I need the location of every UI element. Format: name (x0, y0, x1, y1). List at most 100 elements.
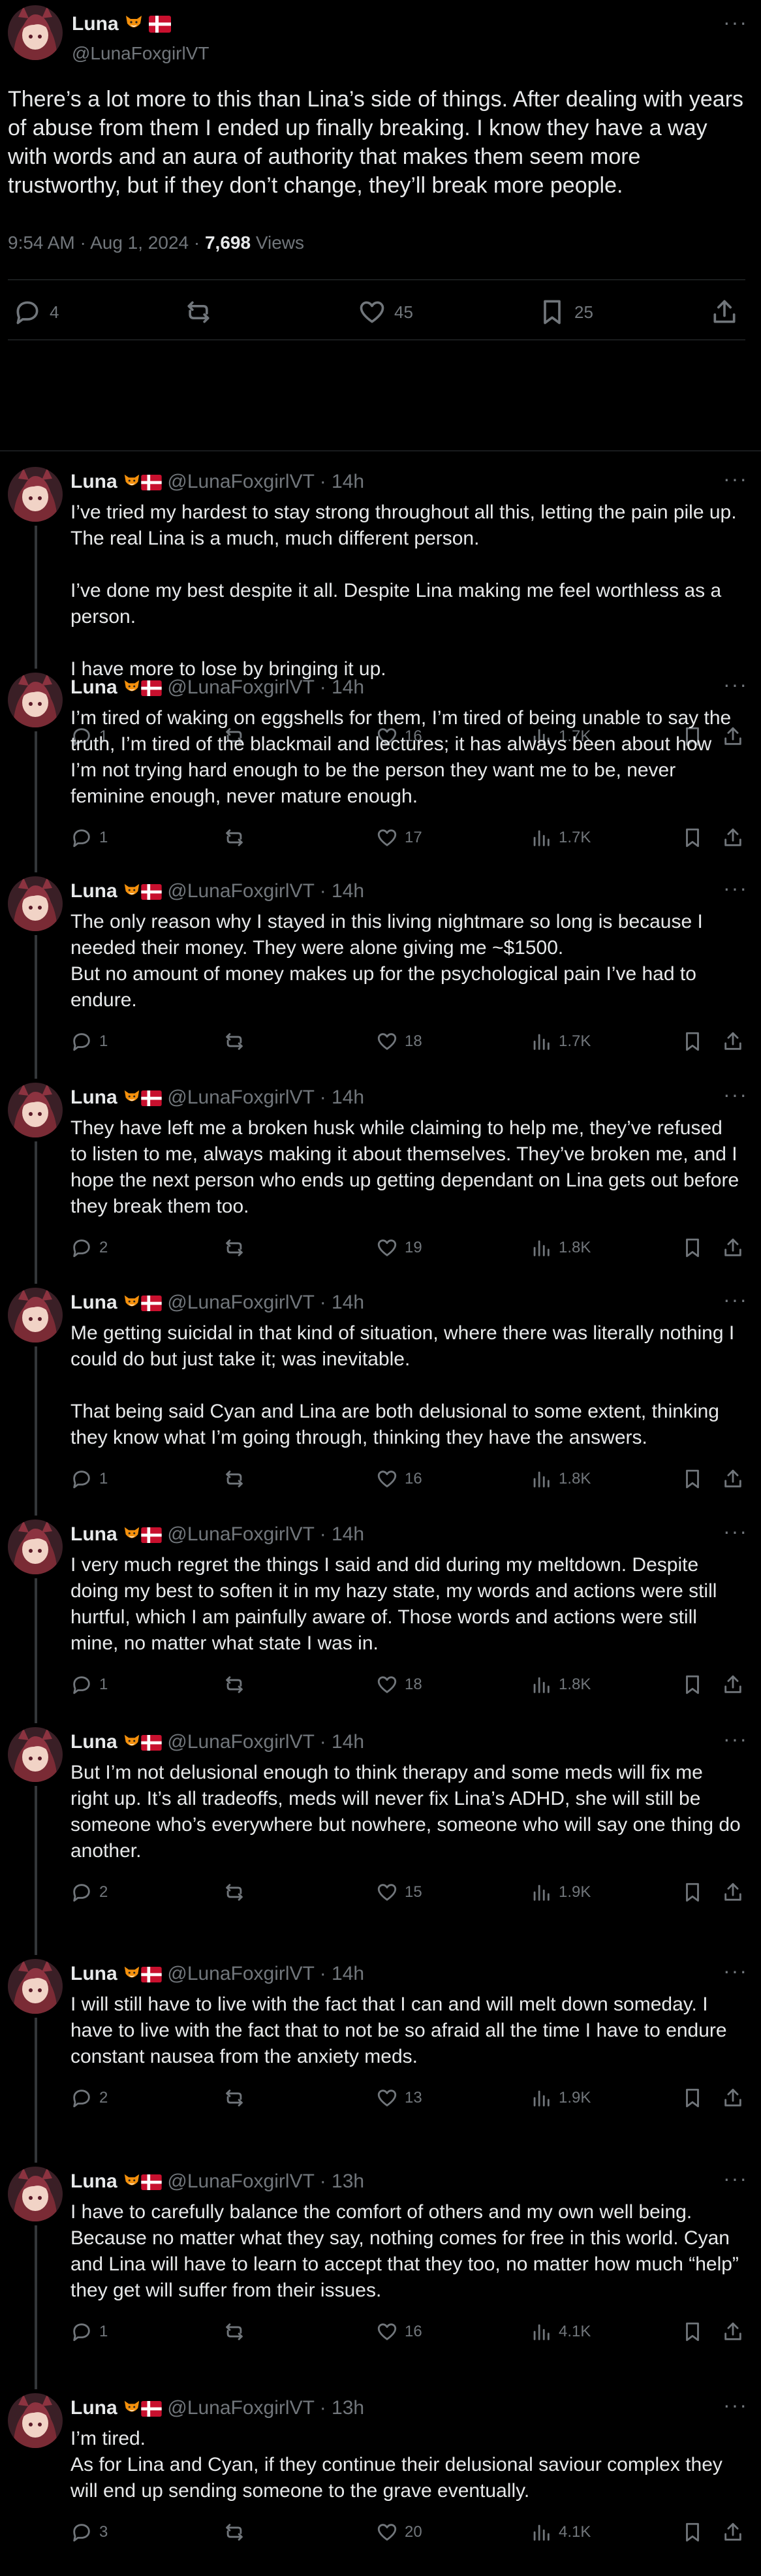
share-button[interactable] (722, 1030, 744, 1053)
more-options-icon[interactable]: ··· (723, 1727, 748, 1751)
reply-tweet[interactable]: Luna @LunaFoxgirlVT · 14h ··· They have le… (0, 1083, 761, 1273)
more-options-icon[interactable]: ··· (723, 10, 748, 35)
handle-and-time[interactable]: @LunaFoxgirlVT · 13h (167, 2397, 364, 2419)
share-button[interactable] (722, 2321, 744, 2343)
share-button[interactable] (710, 298, 739, 326)
bookmark-button[interactable] (681, 1881, 704, 1903)
avatar[interactable] (8, 5, 63, 60)
share-button[interactable] (722, 1468, 744, 1490)
more-options-icon[interactable]: ··· (723, 1083, 748, 1107)
display-name[interactable]: Luna (70, 2171, 117, 2192)
like-button[interactable]: 16 (376, 2321, 422, 2343)
like-button[interactable]: 17 (376, 827, 422, 849)
reply-tweet[interactable]: Luna @LunaFoxgirlVT · 14h ··· Me getting s… (0, 1288, 761, 1504)
more-options-icon[interactable]: ··· (723, 2393, 748, 2417)
reply-button[interactable]: 1 (70, 2321, 108, 2343)
more-options-icon[interactable]: ··· (723, 1959, 748, 1983)
reply-button[interactable]: 1 (70, 827, 108, 849)
like-button[interactable]: 16 (376, 1468, 422, 1490)
share-button[interactable] (722, 1237, 744, 1259)
display-name[interactable]: Luna (72, 13, 172, 38)
avatar[interactable] (8, 1727, 63, 1782)
like-button[interactable]: 18 (376, 1030, 422, 1053)
avatar[interactable] (8, 1519, 63, 1574)
share-button[interactable] (722, 827, 744, 849)
more-options-icon[interactable]: ··· (723, 673, 748, 697)
views-button[interactable]: 1.9K (530, 1881, 591, 1903)
handle-and-time[interactable]: @LunaFoxgirlVT · 14h (167, 471, 364, 492)
bookmark-button[interactable] (681, 1674, 704, 1696)
reply-button[interactable]: 4 (13, 298, 59, 326)
more-options-icon[interactable]: ··· (723, 1288, 748, 1312)
handle-and-time[interactable]: @LunaFoxgirlVT · 14h (167, 1731, 364, 1753)
reply-tweet[interactable]: Luna @LunaFoxgirlVT · 13h ··· I’m tired. As… (0, 2393, 761, 2558)
repost-button[interactable] (223, 1881, 245, 1903)
views-button[interactable]: 1.8K (530, 1237, 591, 1259)
repost-button[interactable] (223, 827, 245, 849)
reply-tweet[interactable]: Luna @LunaFoxgirlVT · 13h ··· I have to ca… (0, 2167, 761, 2357)
views-button[interactable]: 4.1K (530, 2521, 591, 2543)
reply-button[interactable]: 2 (70, 2087, 108, 2109)
handle[interactable]: @LunaFoxgirlVT (72, 43, 210, 64)
display-name[interactable]: Luna (70, 1523, 117, 1545)
repost-button[interactable] (223, 1468, 245, 1490)
display-name[interactable]: Luna (70, 1292, 117, 1313)
repost-button[interactable] (223, 1030, 245, 1053)
avatar[interactable] (8, 1288, 63, 1343)
avatar[interactable] (8, 2393, 63, 2448)
bookmark-button[interactable]: 25 (538, 298, 593, 326)
display-name[interactable]: Luna (70, 1087, 117, 1108)
views-button[interactable]: 4.1K (530, 2321, 591, 2343)
share-button[interactable] (722, 2087, 744, 2109)
bookmark-button[interactable] (681, 2087, 704, 2109)
reply-tweet[interactable]: Luna @LunaFoxgirlVT · 14h ··· But I’m not … (0, 1727, 761, 1918)
like-button[interactable]: 20 (376, 2521, 422, 2543)
repost-button[interactable] (223, 2321, 245, 2343)
bookmark-button[interactable] (681, 1237, 704, 1259)
bookmark-button[interactable] (681, 2521, 704, 2543)
bookmark-button[interactable] (681, 827, 704, 849)
more-options-icon[interactable]: ··· (723, 1519, 748, 1544)
share-button[interactable] (722, 1881, 744, 1903)
display-name[interactable]: Luna (70, 2397, 117, 2419)
like-button[interactable]: 15 (376, 1881, 422, 1903)
share-button[interactable] (722, 1674, 744, 1696)
handle-and-time[interactable]: @LunaFoxgirlVT · 14h (167, 676, 364, 698)
views-button[interactable]: 1.8K (530, 1468, 591, 1490)
like-button[interactable]: 13 (376, 2087, 422, 2109)
more-options-icon[interactable]: ··· (723, 2167, 748, 2191)
like-button[interactable]: 19 (376, 1237, 422, 1259)
more-options-icon[interactable]: ··· (723, 467, 748, 491)
bookmark-button[interactable] (681, 1468, 704, 1490)
repost-button[interactable] (223, 1674, 245, 1696)
reply-tweet[interactable]: Luna @LunaFoxgirlVT · 14h ··· I will still… (0, 1959, 761, 2123)
share-button[interactable] (722, 2521, 744, 2543)
views-button[interactable]: 1.8K (530, 1674, 591, 1696)
display-name[interactable]: Luna (70, 1731, 117, 1753)
like-button[interactable]: 45 (358, 298, 413, 326)
handle-and-time[interactable]: @LunaFoxgirlVT · 14h (167, 1292, 364, 1313)
bookmark-button[interactable] (681, 1030, 704, 1053)
display-name[interactable]: Luna (70, 880, 117, 902)
repost-button[interactable] (223, 2521, 245, 2543)
views-button[interactable]: 1.7K (530, 827, 591, 849)
more-options-icon[interactable]: ··· (723, 876, 748, 900)
repost-button[interactable] (184, 298, 221, 326)
avatar[interactable] (8, 673, 63, 727)
handle-and-time[interactable]: @LunaFoxgirlVT · 14h (167, 1963, 364, 1984)
handle-and-time[interactable]: @LunaFoxgirlVT · 14h (167, 1087, 364, 1108)
display-name[interactable]: Luna (70, 676, 117, 698)
reply-tweet[interactable]: Luna @LunaFoxgirlVT · 14h ··· I very much … (0, 1519, 761, 1710)
timestamp[interactable]: 9:54 AM · Aug 1, 2024 · (8, 232, 205, 253)
reply-button[interactable]: 3 (70, 2521, 108, 2543)
views-button[interactable]: 1.9K (530, 2087, 591, 2109)
like-button[interactable]: 18 (376, 1674, 422, 1696)
views-button[interactable]: 1.7K (530, 1030, 591, 1053)
avatar[interactable] (8, 1959, 63, 2014)
reply-button[interactable]: 2 (70, 1881, 108, 1903)
avatar[interactable] (8, 1083, 63, 1137)
reply-button[interactable]: 2 (70, 1237, 108, 1259)
display-name[interactable]: Luna (70, 471, 117, 492)
reply-button[interactable]: 1 (70, 1030, 108, 1053)
repost-button[interactable] (223, 1237, 245, 1259)
